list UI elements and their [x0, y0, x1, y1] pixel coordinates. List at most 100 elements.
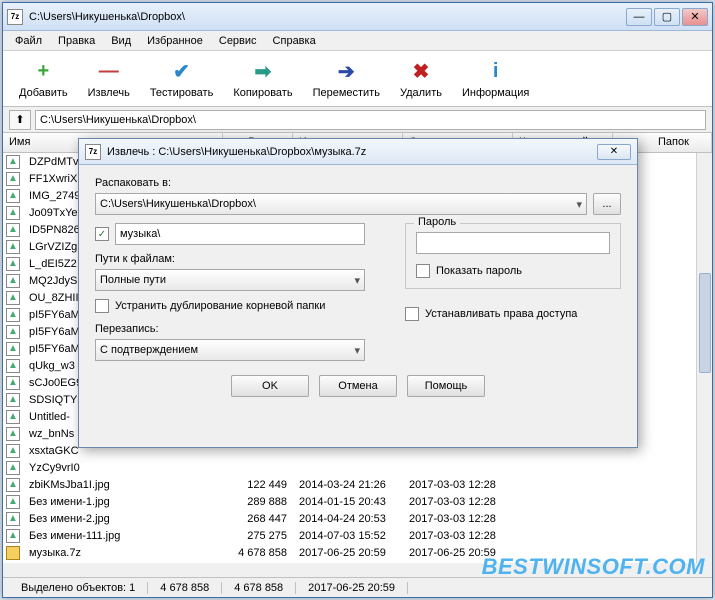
- file-size: 289 888: [223, 496, 293, 508]
- file-modified: 2014-03-24 21:26: [293, 479, 403, 491]
- image-icon: ▲: [6, 393, 20, 407]
- image-icon: ▲: [6, 410, 20, 424]
- pathbar: ⬆: [3, 107, 712, 133]
- cancel-button[interactable]: Отмена: [319, 375, 397, 397]
- file-size: 275 275: [223, 530, 293, 542]
- image-icon: ▲: [6, 155, 20, 169]
- scrollbar[interactable]: [696, 153, 712, 563]
- file-row[interactable]: ▲Без имени-2.jpg268 4472014-04-24 20:532…: [3, 510, 712, 527]
- archive-icon: [6, 546, 20, 560]
- paths-select[interactable]: Полные пути: [95, 269, 365, 291]
- window-controls: — ▢ ✕: [626, 8, 708, 26]
- tool-копировать[interactable]: ➡Копировать: [225, 57, 300, 101]
- minimize-button[interactable]: —: [626, 8, 652, 26]
- file-size: 268 447: [223, 513, 293, 525]
- tool-icon: ✔: [169, 59, 195, 85]
- file-row[interactable]: ▲YzCy9vrI0: [3, 459, 712, 476]
- paths-value: Полные пути: [100, 274, 166, 286]
- image-icon: ▲: [6, 444, 20, 458]
- maximize-button[interactable]: ▢: [654, 8, 680, 26]
- paths-label: Пути к файлам:: [95, 253, 365, 265]
- app-icon: 7z: [7, 9, 23, 25]
- watermark: BESTWINSOFT.COM: [482, 554, 705, 580]
- menu-файл[interactable]: Файл: [7, 33, 50, 49]
- image-icon: ▲: [6, 206, 20, 220]
- overwrite-label: Перезапись:: [95, 323, 365, 335]
- tool-label: Информация: [462, 87, 529, 99]
- ok-button[interactable]: OK: [231, 375, 309, 397]
- toolbar: +Добавить — Извлечь ✔Тестировать➡Копировать…: [3, 51, 712, 107]
- file-modified: 2014-01-15 20:43: [293, 496, 403, 508]
- file-created: 2017-03-03 12:28: [403, 479, 513, 491]
- titlebar: 7z C:\Users\Никушенька\Dropbox\ — ▢ ✕: [3, 3, 712, 31]
- file-modified: 2014-07-03 15:52: [293, 530, 403, 542]
- file-name: zbiKMsJba1I.jpg: [23, 479, 223, 491]
- menu-вид[interactable]: Вид: [103, 33, 139, 49]
- tool-icon: —: [96, 59, 122, 85]
- close-button[interactable]: ✕: [682, 8, 708, 26]
- path-input[interactable]: [35, 110, 706, 130]
- file-modified: 2014-04-24 20:53: [293, 513, 403, 525]
- image-icon: ▲: [6, 172, 20, 186]
- window-title: C:\Users\Никушенька\Dropbox\: [29, 11, 626, 23]
- file-row[interactable]: ▲Без имени-1.jpg289 8882014-01-15 20:432…: [3, 493, 712, 510]
- dialog-titlebar: 7z Извлечь : C:\Users\Никушенька\Dropbox…: [79, 139, 637, 165]
- dedup-checkbox[interactable]: [95, 299, 109, 313]
- tool-label: Извлечь: [88, 87, 130, 99]
- help-button[interactable]: Помощь: [407, 375, 485, 397]
- file-row[interactable]: ▲zbiKMsJba1I.jpg122 4492014-03-24 21:262…: [3, 476, 712, 493]
- tool-icon: ➔: [333, 59, 359, 85]
- menu-избранное[interactable]: Избранное: [139, 33, 211, 49]
- extract-to-combo[interactable]: C:\Users\Никушенька\Dropbox\: [95, 193, 587, 215]
- overwrite-select[interactable]: С подтверждением: [95, 339, 365, 361]
- file-created: 2017-03-03 12:28: [403, 496, 513, 508]
- show-password-label: Показать пароль: [436, 265, 522, 277]
- extract-dialog: 7z Извлечь : C:\Users\Никушенька\Dropbox…: [78, 138, 638, 448]
- tool-тестировать[interactable]: ✔Тестировать: [142, 57, 222, 101]
- menu-сервис[interactable]: Сервис: [211, 33, 265, 49]
- image-icon: ▲: [6, 342, 20, 356]
- image-icon: ▲: [6, 308, 20, 322]
- set-perms-checkbox[interactable]: [405, 307, 419, 321]
- status-date: 2017-06-25 20:59: [296, 582, 408, 594]
- file-name: Без имени-2.jpg: [23, 513, 223, 525]
- up-button[interactable]: ⬆: [9, 110, 31, 130]
- tool-информация[interactable]: iИнформация: [454, 57, 537, 101]
- dedup-label: Устранить дублирование корневой папки: [115, 300, 325, 312]
- extract-to-value: C:\Users\Никушенька\Dropbox\: [100, 198, 256, 210]
- image-icon: ▲: [6, 461, 20, 475]
- image-icon: ▲: [6, 512, 20, 526]
- image-icon: ▲: [6, 359, 20, 373]
- image-icon: ▲: [6, 478, 20, 492]
- tool-icon: ✖: [408, 59, 434, 85]
- tool-добавить[interactable]: +Добавить: [11, 57, 76, 101]
- file-size: 4 678 858: [223, 547, 293, 559]
- file-created: 2017-03-03 12:28: [403, 530, 513, 542]
- set-perms-label: Устанавливать права доступа: [425, 308, 577, 320]
- file-name: музыка.7z: [23, 547, 223, 559]
- image-icon: ▲: [6, 223, 20, 237]
- subfolder-input[interactable]: [115, 223, 365, 245]
- tool-label: Переместить: [313, 87, 380, 99]
- password-input[interactable]: [416, 232, 610, 254]
- scrollbar-thumb[interactable]: [699, 273, 711, 373]
- col-folder[interactable]: Папок: [652, 133, 712, 152]
- tool-извлечь[interactable]: — Извлечь: [80, 57, 138, 101]
- file-row[interactable]: ▲Без имени-111.jpg275 2752014-07-03 15:5…: [3, 527, 712, 544]
- show-password-checkbox[interactable]: [416, 264, 430, 278]
- subfolder-checkbox[interactable]: ✓: [95, 227, 109, 241]
- dialog-close-button[interactable]: ✕: [597, 144, 631, 160]
- browse-button[interactable]: ...: [593, 193, 621, 215]
- tool-переместить[interactable]: ➔ Переместить: [305, 57, 388, 101]
- image-icon: ▲: [6, 240, 20, 254]
- status-selected: Выделено объектов: 1: [9, 582, 148, 594]
- image-icon: ▲: [6, 257, 20, 271]
- tool-удалить[interactable]: ✖ Удалить: [392, 57, 450, 101]
- file-created: 2017-03-03 12:28: [403, 513, 513, 525]
- overwrite-value: С подтверждением: [100, 344, 198, 356]
- menu-справка[interactable]: Справка: [265, 33, 324, 49]
- menu-правка[interactable]: Правка: [50, 33, 103, 49]
- file-size: 122 449: [223, 479, 293, 491]
- extract-to-label: Распаковать в:: [95, 177, 621, 189]
- tool-label: Удалить: [400, 87, 442, 99]
